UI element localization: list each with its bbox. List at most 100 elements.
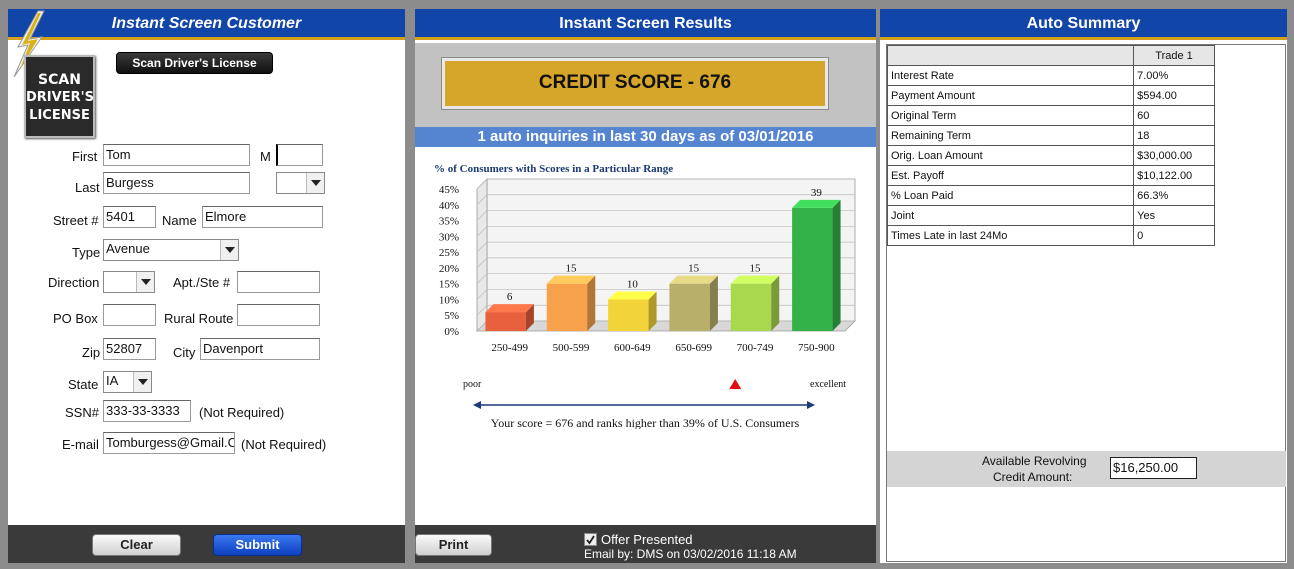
chart-bar: [730, 275, 780, 331]
ssn-field[interactable]: 333-33-3333: [103, 400, 191, 422]
bar-front: [546, 283, 588, 331]
bar-value-label: 15: [750, 263, 762, 275]
street-type-label: Type: [72, 245, 101, 260]
bar-front: [730, 283, 772, 331]
chart-bar: [485, 304, 534, 331]
auto-summary-panel: Auto Summary Trade 1 Interest Rate 7.00% P…: [880, 9, 1287, 563]
summary-row-value: Yes: [1133, 205, 1215, 226]
first-name-field[interactable]: Tom: [103, 144, 250, 166]
summary-row: Payment Amount $594.00: [886, 85, 1215, 106]
x-category-label: 500-599: [553, 342, 590, 354]
bar-side: [771, 275, 780, 331]
po-box-field[interactable]: [103, 304, 156, 326]
revolving-credit-amount-field[interactable]: $16,250.00: [1110, 457, 1197, 479]
first-name-label: First: [72, 149, 98, 164]
offer-presented-label: Offer Presented: [601, 532, 693, 547]
apt-suite-field[interactable]: [237, 271, 320, 293]
email-by-text: Email by: DMS on 03/02/2016 11:18 AM: [584, 547, 797, 561]
summary-row-value: $30,000.00: [1133, 145, 1215, 166]
score-marker-icon: [729, 379, 742, 389]
chart-side-wall: [476, 178, 488, 332]
summary-row-label: Remaining Term: [886, 125, 1135, 146]
revolving-label-line-1: Available Revolving: [982, 454, 1087, 468]
credit-score-box: CREDIT SCORE - 676: [441, 57, 829, 110]
bar-value-label: 15: [566, 263, 578, 275]
bar-value-label: 39: [811, 187, 823, 199]
middle-initial-label: M: [260, 149, 271, 164]
customer-panel-title: Instant Screen Customer: [8, 9, 405, 40]
direction-select[interactable]: [103, 271, 155, 293]
rural-route-field[interactable]: [237, 304, 320, 326]
email-field[interactable]: Tomburgess@Gmail.C: [103, 432, 235, 454]
y-tick-label: 0%: [444, 326, 459, 338]
summary-row-label: % Loan Paid: [886, 185, 1135, 206]
scan-drivers-license-button[interactable]: Scan Driver's License: [116, 52, 273, 74]
street-number-field[interactable]: 5401: [103, 206, 156, 228]
y-tick-label: 30%: [439, 231, 459, 243]
chart-bar: [608, 291, 657, 331]
bar-top: [792, 199, 841, 208]
y-tick-label: 40%: [439, 200, 459, 212]
summary-row-label: Payment Amount: [886, 85, 1135, 106]
summary-row-label: Joint: [886, 205, 1135, 226]
y-tick-label: 15%: [439, 279, 459, 291]
y-tick-label: 5%: [444, 310, 459, 322]
bar-top: [730, 275, 780, 284]
scan-license-logo[interactable]: SCAN DRIVER'S LICENSE: [24, 55, 95, 138]
summary-row: Orig. Loan Amount $30,000.00: [886, 145, 1215, 166]
x-category-label: 700-749: [737, 342, 774, 354]
chevron-down-icon[interactable]: [133, 372, 151, 392]
summary-row-label: Times Late in last 24Mo: [886, 225, 1135, 246]
x-category-label: 750-900: [798, 342, 835, 354]
summary-row: Joint Yes: [886, 205, 1215, 226]
auto-summary-title: Auto Summary: [880, 9, 1287, 40]
y-tick-label: 25%: [439, 247, 459, 259]
print-button[interactable]: Print: [415, 534, 492, 556]
chart-title: % of Consumers with Scores in a Particul…: [434, 163, 673, 175]
chevron-down-icon[interactable]: [136, 272, 154, 292]
state-select[interactable]: IA: [103, 371, 152, 393]
bar-front: [792, 207, 833, 331]
scan-logo-line-1: SCAN: [38, 72, 81, 88]
y-tick-label: 45%: [439, 184, 459, 196]
auto-summary-table: Trade 1 Interest Rate 7.00% Payment Amount…: [886, 45, 1215, 246]
bar-front: [485, 312, 526, 331]
street-name-field[interactable]: Elmore: [202, 206, 323, 228]
x-category-label: 600-649: [614, 342, 651, 354]
score-distribution-chart: % of Consumers with Scores in a Particul…: [434, 163, 856, 429]
email-label: E-mail: [62, 437, 99, 452]
last-name-label: Last: [75, 180, 100, 195]
rural-route-label: Rural Route: [164, 311, 234, 326]
chevron-down-icon[interactable]: [220, 240, 238, 260]
clear-button[interactable]: Clear: [92, 534, 181, 556]
offer-presented-checkbox[interactable]: [584, 533, 597, 546]
chart-bar: [792, 199, 841, 331]
middle-initial-field[interactable]: [276, 144, 323, 166]
chart-category-labels: 250-499 500-599 600-649 650-699 700-749 750-9…: [491, 342, 835, 354]
x-category-label: 250-499: [491, 342, 528, 354]
street-type-value: Avenue: [106, 241, 150, 256]
city-field[interactable]: Davenport: [200, 338, 320, 360]
city-label: City: [173, 345, 196, 360]
submit-button[interactable]: Submit: [213, 534, 302, 556]
summary-row: Remaining Term 18: [886, 125, 1215, 146]
street-type-select[interactable]: Avenue: [103, 239, 239, 261]
state-label: State: [68, 377, 99, 392]
bar-value-label: 6: [507, 291, 513, 303]
summary-row-value: 7.00%: [1133, 65, 1215, 86]
ssn-label: SSN#: [65, 405, 99, 420]
summary-row-label: Orig. Loan Amount: [886, 145, 1135, 166]
last-name-field[interactable]: Burgess: [103, 172, 250, 194]
scale-left-arrow-icon: [473, 401, 481, 409]
chevron-down-icon[interactable]: [306, 173, 324, 193]
x-category-label: 650-699: [675, 342, 712, 354]
name-suffix-select[interactable]: [276, 172, 325, 194]
summary-row: Interest Rate 7.00%: [886, 65, 1215, 86]
results-panel-title: Instant Screen Results: [415, 9, 876, 40]
summary-row-label: Interest Rate: [886, 65, 1135, 86]
score-rank-text: Your score = 676 and ranks higher than 3…: [491, 416, 800, 429]
chart-bar: [546, 275, 596, 331]
ssn-not-required-label: (Not Required): [199, 405, 285, 420]
zip-field[interactable]: 52807: [103, 338, 156, 360]
customer-footer-bar: [8, 525, 405, 563]
